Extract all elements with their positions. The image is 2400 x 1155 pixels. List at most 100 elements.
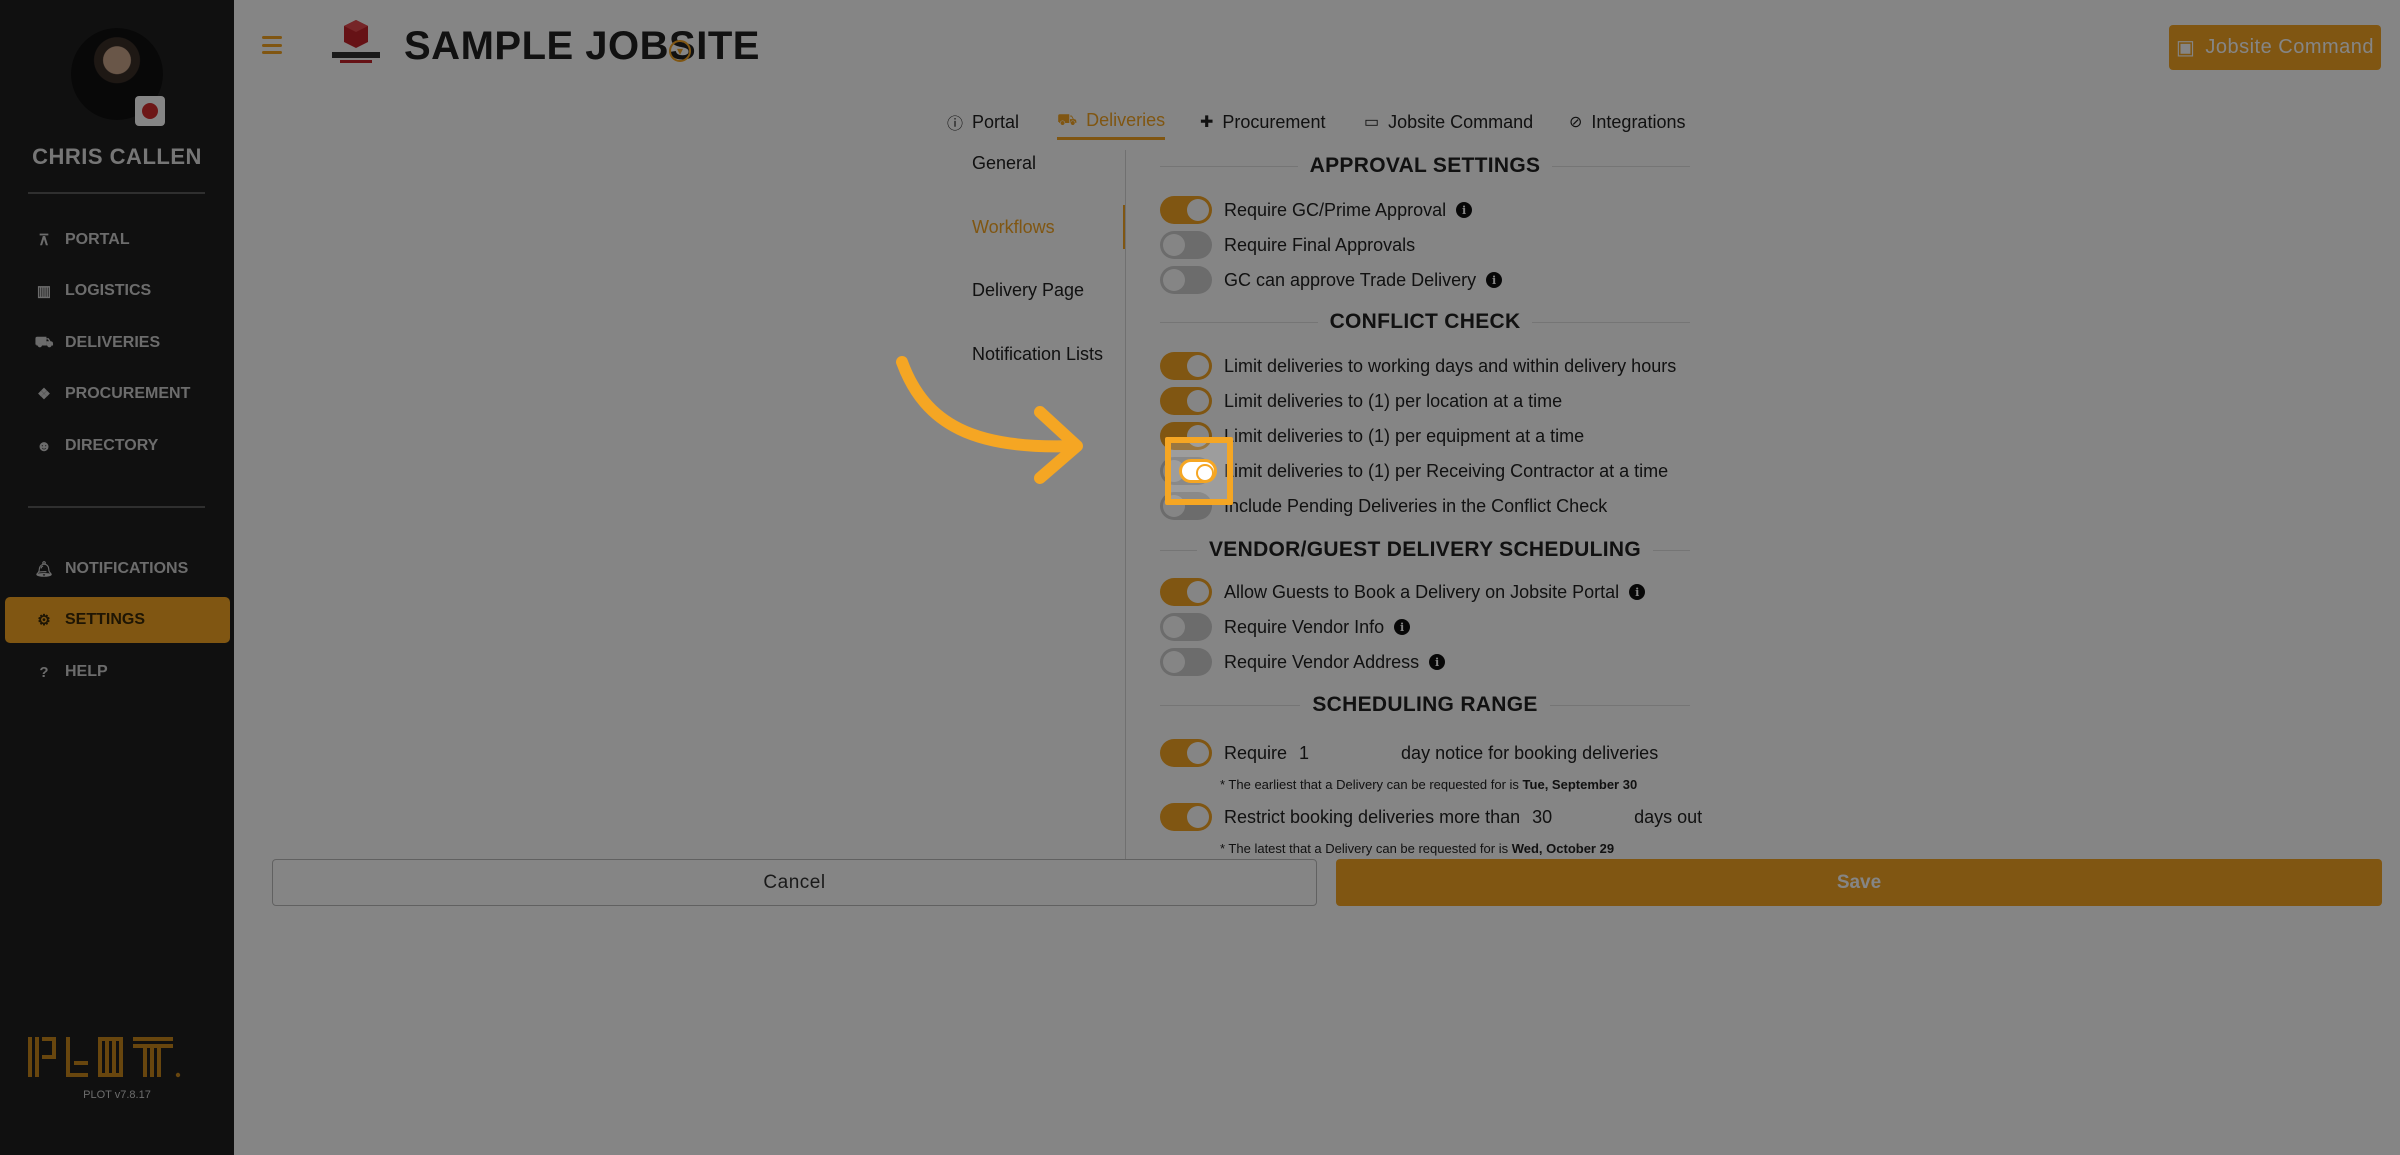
menu-icon[interactable] [262, 36, 282, 54]
sidebar-item-label: HELP [65, 663, 108, 680]
sidebar-item-directory[interactable]: ☻ DIRECTORY [5, 423, 230, 469]
sidebar-item-label: DIRECTORY [65, 437, 159, 454]
setting-label: day notice for booking deliveries [1401, 742, 1659, 763]
setting-label: Require Final Approvals [1224, 234, 1416, 255]
section-title-conflict: CONFLICT CHECK [1160, 310, 1691, 334]
info-icon[interactable]: i [1629, 584, 1646, 600]
setting-allow-guests: Allow Guests to Book a Delivery on Jobsi… [1160, 577, 1646, 607]
sidebar-item-label: LOGISTICS [65, 282, 152, 299]
sidebar-item-label: PROCUREMENT [65, 385, 191, 402]
sidebar-item-label: PORTAL [65, 231, 130, 248]
section-title-vendor: VENDOR/GUEST DELIVERY SCHEDULING [1160, 538, 1690, 562]
tab-integrations[interactable]: ⊘ Integrations [1569, 104, 1685, 140]
sidebar-item-logistics[interactable]: ▥ LOGISTICS [5, 268, 230, 314]
truck-icon: ⛟ [34, 333, 54, 351]
toggle-switch[interactable] [1160, 648, 1212, 676]
tab-label: Procurement [1222, 111, 1326, 132]
setting-label: Require Vendor Address [1224, 651, 1420, 672]
map-icon: ▥ [36, 283, 52, 300]
info-icon[interactable]: i [1429, 654, 1446, 670]
content-divider [1125, 150, 1126, 860]
setting-label: Include Pending Deliveries in the Confli… [1224, 495, 1608, 516]
setting-limit-per-receiving-contractor: Limit deliveries to (1) per Receiving Co… [1160, 456, 1668, 486]
subnav-workflows[interactable]: Workflows [972, 217, 1055, 238]
setting-require-gc-approval: Require GC/Prime Approval i [1160, 195, 1473, 225]
sidebar-item-deliveries[interactable]: ⛟ DELIVERIES [5, 320, 230, 366]
section-title-scheduling-range: SCHEDULING RANGE [1160, 693, 1690, 717]
setting-label: Restrict booking deliveries more than [1224, 806, 1521, 827]
sidebar-item-portal[interactable]: ⊼ PORTAL [5, 217, 230, 263]
setting-label: Allow Guests to Book a Delivery on Jobsi… [1224, 581, 1620, 602]
setting-label: Require Vendor Info [1224, 616, 1385, 637]
setting-require-vendor-info: Require Vendor Info i [1160, 612, 1411, 642]
project-title: SAMPLE JOBSITE [404, 24, 760, 68]
tab-deliveries[interactable]: ⛟ Deliveries [1057, 104, 1166, 140]
save-button[interactable]: Save [1336, 859, 2382, 906]
sitemap-icon: ⊼ [38, 232, 50, 249]
sidebar-item-help[interactable]: ? HELP [5, 649, 230, 695]
cancel-button[interactable]: Cancel [272, 859, 1317, 906]
toggle-switch[interactable] [1160, 352, 1212, 380]
setting-label: Limit deliveries to (1) per location at … [1224, 390, 1563, 411]
tab-jobsite-command[interactable]: ▭ Jobsite Command [1364, 104, 1533, 140]
setting-label: Limit deliveries to (1) per Receiving Co… [1224, 460, 1669, 481]
briefcase-icon: ▣ [2175, 37, 2196, 59]
toggle-switch[interactable] [1160, 578, 1212, 606]
project-logo [332, 20, 380, 63]
tab-label: Deliveries [1086, 110, 1166, 130]
toggle-switch[interactable] [1160, 266, 1212, 294]
toggle-switch[interactable] [1160, 803, 1212, 831]
sidebar-item-label: SETTINGS [65, 611, 146, 628]
notice-days-input[interactable]: 1 [1299, 743, 1389, 764]
setting-label: Require GC/Prime Approval [1224, 199, 1447, 220]
puzzle-icon: ✚ [1200, 114, 1214, 131]
bell-icon: 🔔︎ [34, 561, 54, 578]
pointer-arrow-icon [896, 356, 1083, 484]
company-badge-icon [135, 96, 165, 126]
info-icon: ⓘ [947, 116, 964, 133]
restrict-days-input[interactable]: 30 [1532, 807, 1622, 828]
sidebar-item-procurement[interactable]: ❖ PROCUREMENT [5, 371, 230, 417]
setting-label: days out [1634, 806, 1703, 827]
toggle-switch[interactable] [1160, 613, 1212, 641]
users-icon: ☻ [36, 437, 52, 455]
toggle-switch[interactable] [1160, 231, 1212, 259]
tab-label: Integrations [1591, 111, 1686, 132]
monitor-icon: ▭ [1364, 114, 1380, 131]
toggle-switch[interactable] [1160, 387, 1212, 415]
toggle-switch[interactable] [1160, 739, 1212, 767]
section-title-approval: APPROVAL SETTINGS [1160, 154, 1690, 178]
setting-limit-per-location: Limit deliveries to (1) per location at … [1160, 386, 1562, 416]
gear-icon: ⚙ [37, 612, 51, 629]
highlighted-toggle[interactable] [1165, 437, 1233, 505]
toggle-switch[interactable] [1160, 196, 1212, 224]
setting-limit-working-days: Limit deliveries to working days and wit… [1160, 351, 1676, 381]
tab-portal[interactable]: ⓘ Portal [947, 104, 1019, 140]
info-icon[interactable]: i [1456, 202, 1473, 218]
setting-require-vendor-address: Require Vendor Address i [1160, 647, 1446, 677]
info-icon[interactable]: i [1486, 272, 1503, 288]
chevron-down-icon[interactable]: ▾ [669, 40, 691, 62]
cubes-icon: ❖ [37, 386, 51, 403]
tab-procurement[interactable]: ✚ Procurement [1200, 104, 1325, 140]
sidebar-item-label: NOTIFICATIONS [65, 560, 189, 577]
jobsite-command-button[interactable]: ▣ Jobsite Command [2169, 25, 2381, 70]
user-name: CHRIS CALLEN [32, 144, 202, 169]
sidebar-item-notifications[interactable]: 🔔︎ NOTIFICATIONS [5, 546, 230, 592]
setting-label: Limit deliveries to (1) per equipment at… [1224, 425, 1585, 446]
sidebar-divider [28, 506, 205, 508]
question-icon: ? [39, 663, 49, 681]
jobsite-command-label: Jobsite Command [2205, 36, 2375, 58]
app-version: PLOT v7.8.17 [83, 1089, 151, 1101]
subnav-delivery-page[interactable]: Delivery Page [972, 280, 1084, 301]
setting-require-notice: Require 1 day notice for booking deliver… [1160, 738, 1658, 768]
setting-gc-approve-trade: GC can approve Trade Delivery i [1160, 265, 1503, 295]
sidebar-item-settings[interactable]: ⚙ SETTINGS [5, 597, 230, 643]
earliest-date-note: * The earliest that a Delivery can be re… [1220, 777, 1638, 792]
setting-restrict-booking: Restrict booking deliveries more than 30… [1160, 802, 1702, 832]
info-icon[interactable]: i [1394, 619, 1411, 635]
subnav-general[interactable]: General [972, 153, 1036, 174]
plot-logo [28, 1037, 181, 1078]
tab-label: Portal [972, 111, 1020, 132]
setting-label: Require [1224, 742, 1288, 763]
